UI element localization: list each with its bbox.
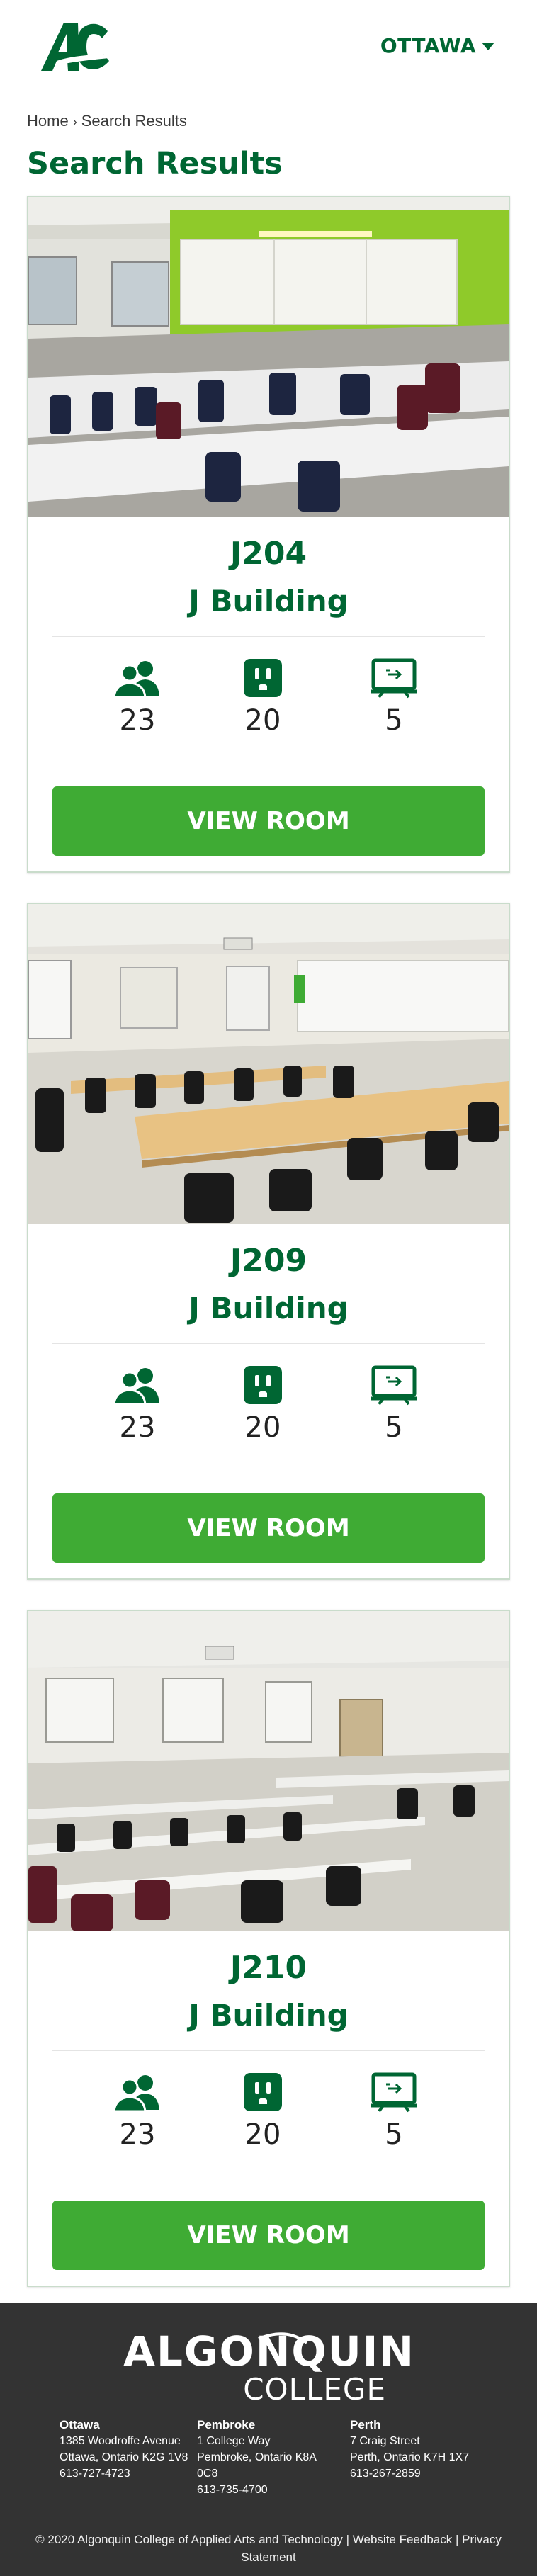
power-outlet-icon — [244, 2073, 282, 2111]
display-stat: 5 — [351, 2072, 436, 2151]
view-room-button[interactable]: VIEW ROOM — [52, 786, 485, 856]
power-outlet-icon — [244, 659, 282, 697]
campus-address-line: Ottawa, Ontario K2G 1V8 — [60, 2451, 188, 2463]
campus-selector-label: OTTAWA — [380, 34, 476, 57]
breadcrumb-current: Search Results — [81, 112, 187, 130]
copyright-bar: © 2020 Algonquin College of Applied Arts… — [28, 2531, 509, 2566]
room-building: J Building — [188, 584, 349, 618]
algonquin-ac-logo[interactable] — [35, 18, 113, 75]
people-icon — [113, 661, 159, 699]
room-code: J210 — [230, 1950, 307, 1986]
breadcrumb: Home › Search Results — [27, 112, 187, 130]
power-value: 20 — [244, 1411, 281, 1444]
divider — [52, 2050, 485, 2051]
room-stats: 23 20 5 — [28, 1365, 509, 1450]
display-value: 5 — [385, 1411, 403, 1444]
divider — [52, 1343, 485, 1344]
breadcrumb-home-link[interactable]: Home — [27, 112, 69, 130]
display-value: 5 — [385, 704, 403, 737]
view-room-button[interactable]: VIEW ROOM — [52, 1493, 485, 1563]
room-code: J209 — [230, 1243, 307, 1279]
room-photo-j210[interactable] — [28, 1611, 509, 1931]
capacity-stat: 23 — [95, 2072, 180, 2151]
people-icon — [113, 2075, 159, 2113]
website-feedback-link[interactable]: Website Feedback — [353, 2533, 452, 2546]
power-value: 20 — [244, 704, 281, 737]
chevron-right-icon: › — [72, 115, 77, 129]
campus-selector[interactable]: OTTAWA — [380, 34, 494, 57]
room-stats: 23 20 5 — [28, 2072, 509, 2157]
divider — [52, 636, 485, 637]
site-footer: ALGONQUIN COLLEGE Ottawa 1385 Woodroffe … — [0, 2303, 537, 2576]
room-stats: 23 20 5 — [28, 657, 509, 742]
campus-address-line: Perth, Ontario K7H 1X7 — [350, 2451, 470, 2463]
footer-campus-ottawa: Ottawa 1385 Woodroffe Avenue Ottawa, Ont… — [60, 2417, 188, 2482]
power-stat: 20 — [220, 1365, 305, 1444]
campus-phone[interactable]: 613-727-4723 — [60, 2465, 188, 2482]
view-room-button[interactable]: VIEW ROOM — [52, 2201, 485, 2270]
power-stat: 20 — [220, 2072, 305, 2151]
page-title: Search Results — [27, 146, 283, 181]
power-value: 20 — [244, 2118, 281, 2151]
power-outlet-icon — [244, 1366, 282, 1404]
room-card: J204 J Building 23 20 5 VIEW ROOM — [27, 196, 510, 873]
capacity-value: 23 — [119, 2118, 156, 2151]
campus-address-line: 1385 Woodroffe Avenue — [60, 2435, 181, 2447]
capacity-value: 23 — [119, 1411, 156, 1444]
campus-phone[interactable]: 613-267-2859 — [350, 2465, 469, 2482]
results-list: J204 J Building 23 20 5 VIEW ROOM J209 J… — [27, 196, 510, 2317]
campus-name: Perth — [350, 2418, 381, 2431]
projector-screen-icon — [371, 658, 417, 699]
capacity-stat: 23 — [95, 1365, 180, 1444]
caret-down-icon — [482, 43, 494, 50]
room-card: J210 J Building 23 20 5 VIEW ROOM — [27, 1610, 510, 2287]
footer-logo-line2: COLLEGE — [243, 2372, 386, 2405]
separator: | — [346, 2533, 350, 2546]
room-card: J209 J Building 23 20 5 VIEW ROOM — [27, 903, 510, 1580]
footer-campus-pembroke: Pembroke 1 College Way Pembroke, Ontario… — [197, 2417, 317, 2498]
site-header: OTTAWA — [0, 0, 537, 98]
display-stat: 5 — [351, 657, 436, 737]
campus-address-line: 7 Craig Street — [350, 2435, 420, 2447]
campus-address-line: 0C8 — [197, 2468, 218, 2480]
campus-name: Ottawa — [60, 2418, 100, 2431]
separator: | — [455, 2533, 459, 2546]
room-code: J204 — [230, 536, 307, 572]
power-stat: 20 — [220, 657, 305, 737]
room-building: J Building — [188, 1998, 349, 2033]
campus-name: Pembroke — [197, 2418, 256, 2431]
room-photo-j209[interactable] — [28, 904, 509, 1224]
copyright-text: © 2020 Algonquin College of Applied Arts… — [35, 2533, 343, 2546]
room-building: J Building — [188, 1291, 349, 1326]
display-value: 5 — [385, 2118, 403, 2151]
display-stat: 5 — [351, 1365, 436, 1444]
campus-phone[interactable]: 613-735-4700 — [197, 2482, 317, 2498]
people-icon — [113, 1368, 159, 1406]
campus-address-line: Pembroke, Ontario K8A — [197, 2451, 317, 2463]
capacity-stat: 23 — [95, 657, 180, 737]
projector-screen-icon — [371, 2072, 417, 2113]
projector-screen-icon — [371, 1365, 417, 1406]
algonquin-college-logo[interactable]: ALGONQUIN COLLEGE — [117, 2329, 422, 2405]
capacity-value: 23 — [119, 704, 156, 737]
footer-campus-perth: Perth 7 Craig Street Perth, Ontario K7H … — [350, 2417, 469, 2482]
campus-address-line: 1 College Way — [197, 2435, 271, 2447]
room-photo-j204[interactable] — [28, 197, 509, 517]
